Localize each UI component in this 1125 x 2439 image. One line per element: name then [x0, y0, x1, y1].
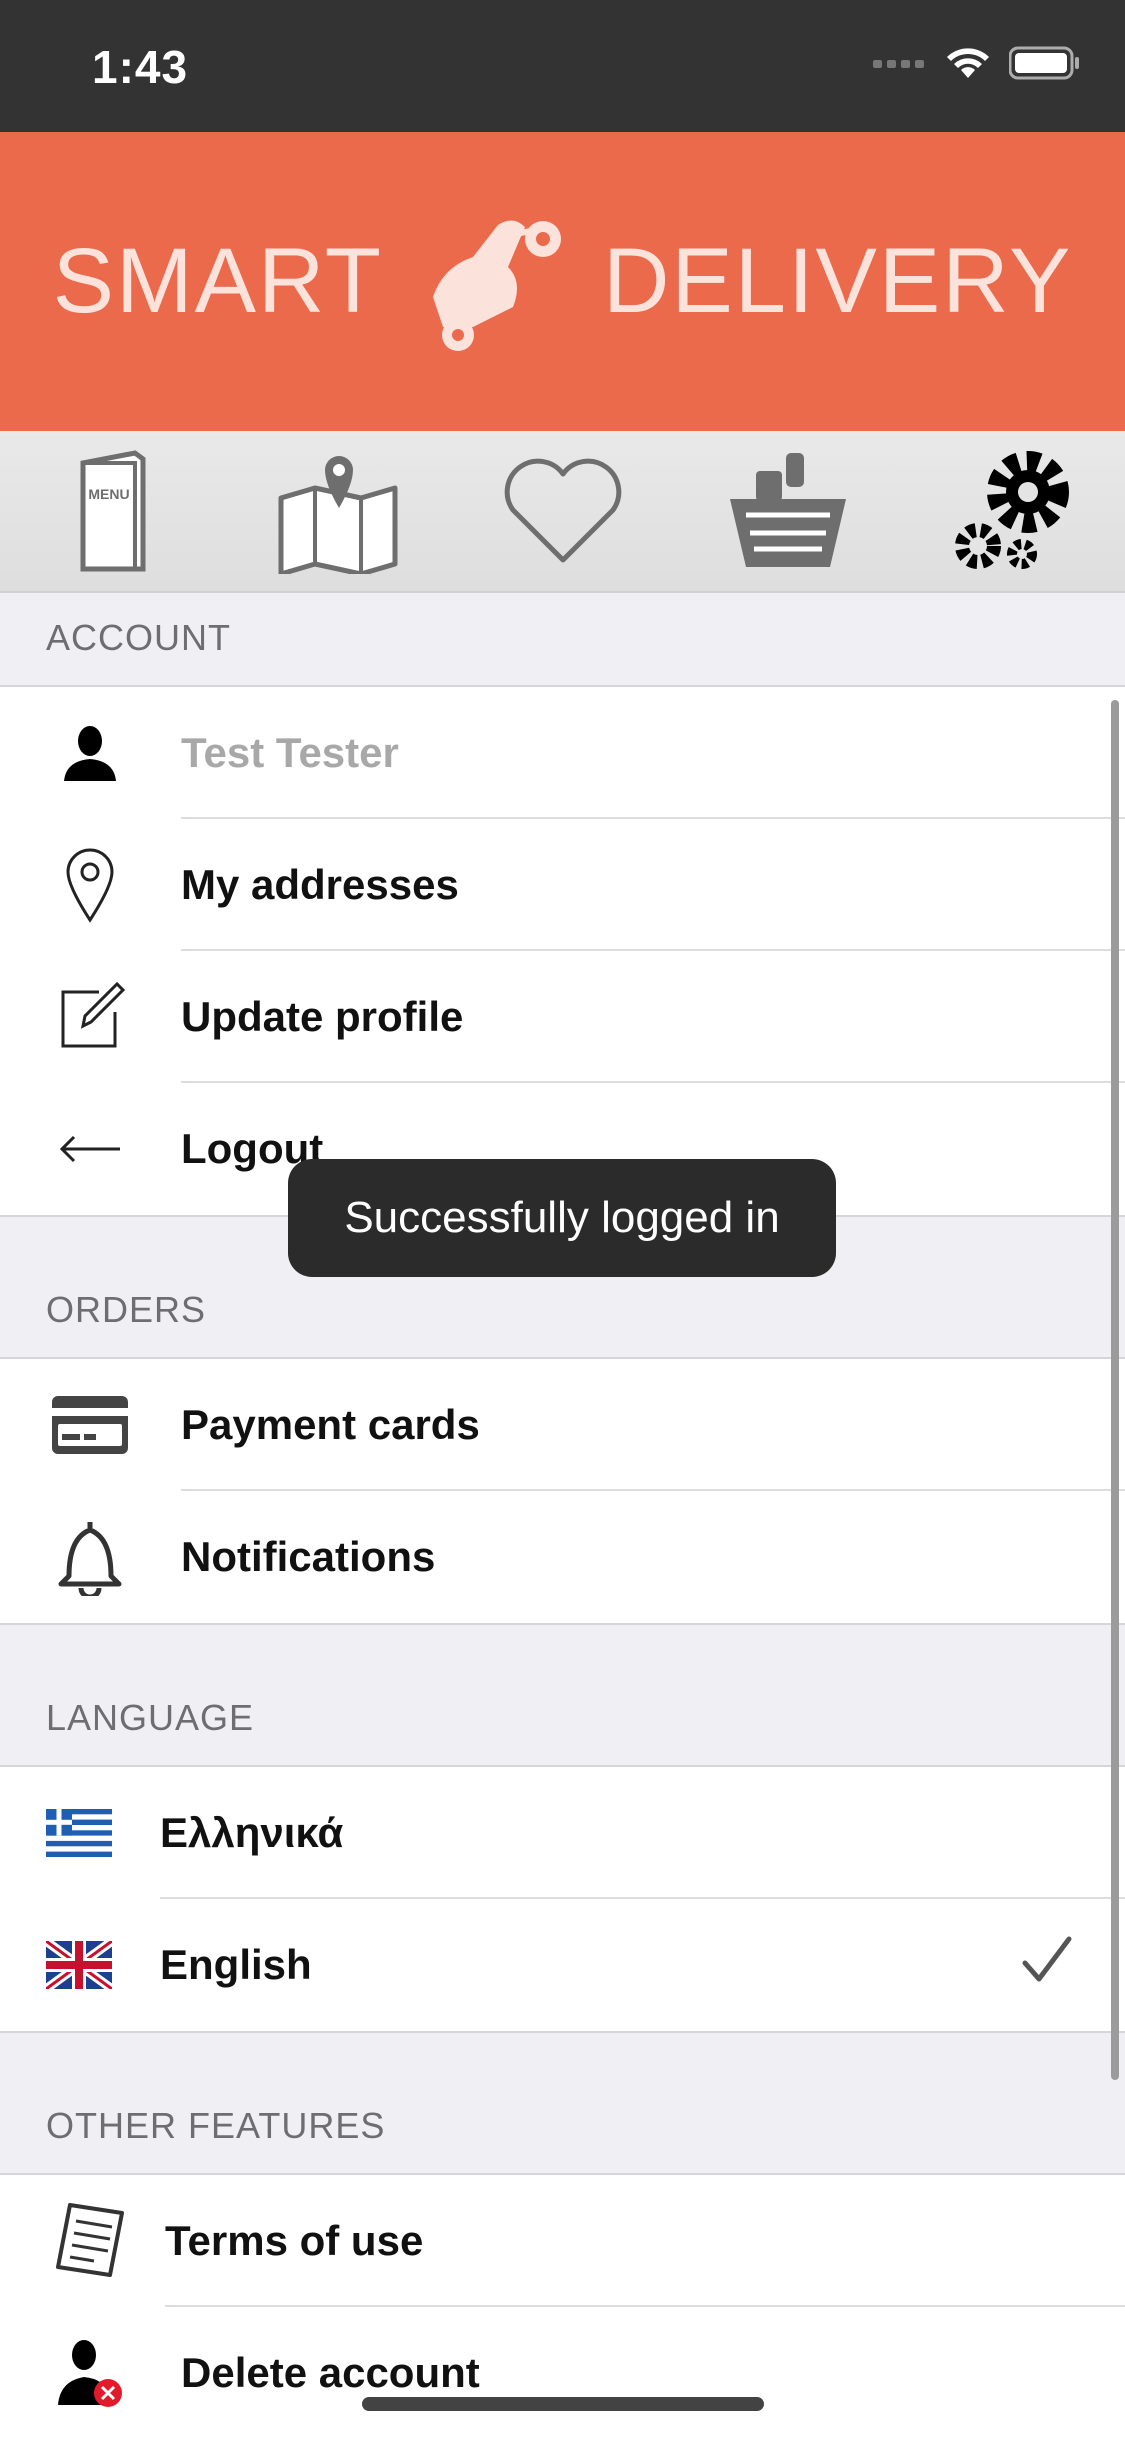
basket-icon — [729, 453, 846, 567]
nav-favorites[interactable] — [498, 446, 628, 576]
signal-icon — [873, 60, 924, 68]
home-indicator[interactable] — [362, 2397, 764, 2411]
document-icon — [48, 2203, 132, 2279]
nav-map[interactable] — [273, 446, 403, 576]
delete-account-row[interactable]: Delete account — [0, 2307, 1125, 2439]
status-time: 1:43 — [92, 41, 189, 93]
battery-icon — [1009, 46, 1079, 80]
gears-icon — [954, 451, 1069, 569]
my-addresses-row[interactable]: My addresses — [0, 819, 1125, 951]
user-silhouette-icon — [48, 715, 132, 791]
credit-card-icon — [48, 1387, 132, 1463]
wifi-icon — [947, 48, 989, 78]
orders-group: Payment cards Notifications — [0, 1357, 1125, 1625]
svg-text:MENU: MENU — [88, 486, 129, 502]
section-header-language: LANGUAGE — [46, 1697, 255, 1738]
nav-settings[interactable] — [948, 446, 1078, 576]
language-group: Ελληνικά English — [0, 1765, 1125, 2033]
payment-cards-row[interactable]: Payment cards — [0, 1359, 1125, 1491]
greek-flag-icon — [46, 1795, 112, 1871]
toast-message: Successfully logged in — [288, 1159, 836, 1277]
status-indicators — [873, 46, 1081, 80]
account-name-row: Test Tester — [0, 687, 1125, 819]
language-english-row[interactable]: English — [0, 1899, 1125, 2031]
language-greek-row[interactable]: Ελληνικά — [0, 1767, 1125, 1899]
section-header-account: ACCOUNT — [46, 617, 231, 658]
scooter-logo-icon — [432, 219, 561, 351]
top-nav: MENU — [0, 431, 1125, 593]
map-pin-icon — [278, 456, 397, 574]
nav-menu[interactable]: MENU — [48, 446, 178, 576]
location-pin-icon — [48, 847, 132, 923]
checkmark-icon — [1021, 1935, 1073, 1990]
section-header-other: OTHER FEATURES — [46, 2105, 386, 2146]
notifications-row[interactable]: Notifications — [0, 1491, 1125, 1623]
nav-basket[interactable] — [723, 446, 853, 576]
status-bar: 1:43 — [0, 0, 1125, 132]
scrollbar[interactable] — [1111, 700, 1119, 2080]
update-profile-row[interactable]: Update profile — [0, 951, 1125, 1083]
brand-word-right: DELIVERY — [602, 230, 1073, 332]
terms-of-use-row[interactable]: Terms of use — [0, 2175, 1125, 2307]
user-remove-icon — [48, 2335, 132, 2411]
uk-flag-icon — [46, 1927, 112, 2003]
brand-word-left: SMART — [52, 230, 383, 332]
account-group: Test Tester My addresses Update profile — [0, 685, 1125, 1217]
menu-booklet-icon: MENU — [80, 450, 145, 572]
brand-banner: SMART DELIVERY — [0, 132, 1125, 431]
edit-icon — [48, 979, 132, 1055]
arrow-left-icon — [48, 1111, 132, 1187]
bell-icon — [48, 1519, 132, 1596]
heart-icon — [504, 458, 621, 563]
